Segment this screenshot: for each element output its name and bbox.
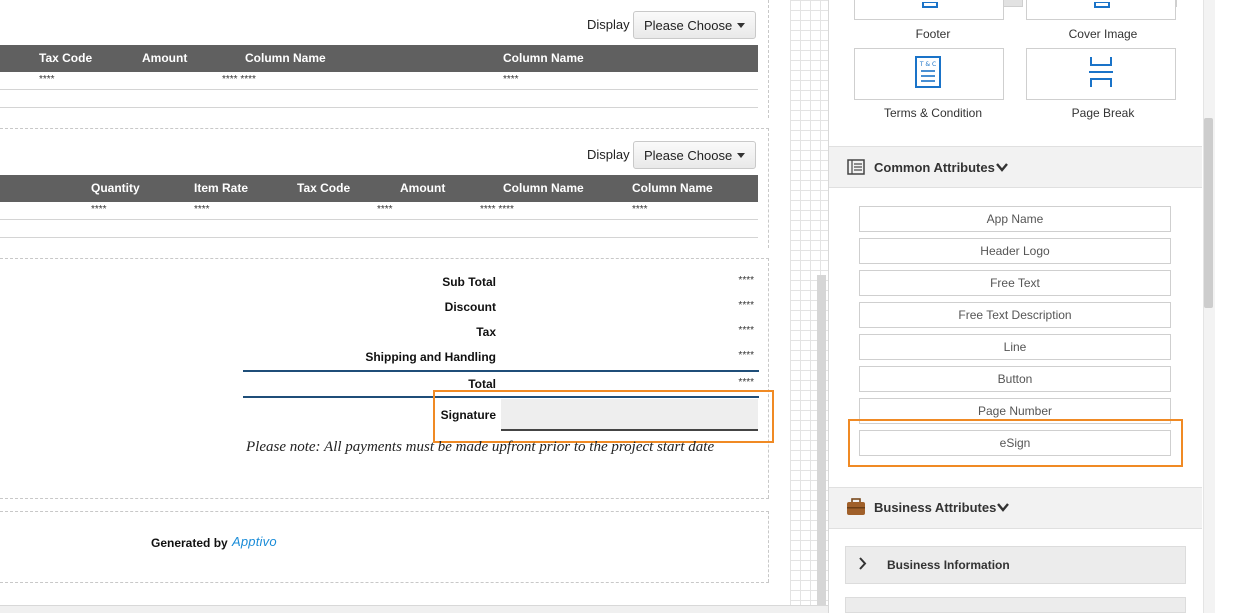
display-label: Display — [587, 17, 630, 32]
column-header: Tax Code — [297, 181, 351, 195]
bottom-bar — [0, 605, 828, 613]
summary-label: Tax — [476, 325, 496, 339]
column-header: Tax Code — [39, 51, 93, 65]
table-cell: **** — [503, 74, 519, 85]
apptivo-logo: Apptivo — [232, 534, 277, 549]
column-header: Column Name — [632, 181, 713, 195]
row-divider — [0, 219, 758, 220]
section-border — [0, 258, 769, 259]
column-header: Column Name — [503, 181, 584, 195]
summary-label: Discount — [444, 300, 496, 314]
table-cell: **** — [194, 204, 210, 215]
chevron-down-icon — [996, 163, 1008, 172]
caret-down-icon — [737, 22, 746, 28]
summary-value: **** — [738, 300, 754, 311]
column-header: Quantity — [91, 181, 140, 195]
display-dropdown[interactable]: Please Choose — [633, 11, 757, 39]
dropdown-label: Please Choose — [644, 147, 733, 163]
common-attributes-title: Common Attributes — [874, 160, 995, 175]
column-header: Amount — [142, 51, 188, 65]
chevron-right-icon — [859, 557, 867, 570]
canvas-scrollbar[interactable] — [817, 275, 826, 605]
footer-label: Footer — [915, 27, 951, 41]
common-attributes-header[interactable]: Common Attributes — [829, 146, 1202, 188]
page-break-label: Page Break — [1071, 106, 1135, 120]
section-border — [0, 582, 769, 583]
app-name-button[interactable]: App Name — [859, 206, 1171, 232]
section-border — [768, 0, 769, 118]
cover-image-label: Cover Image — [1068, 27, 1138, 41]
generated-by-label: Generated by — [151, 536, 228, 550]
terms-document-icon: T & C — [915, 56, 941, 88]
panel-scrollbar-thumb[interactable] — [1204, 118, 1213, 308]
display-dropdown[interactable]: Please Choose — [633, 141, 757, 169]
table-header: Tax Code Amount Column Name Column Name — [0, 45, 758, 72]
chevron-down-icon — [997, 503, 1009, 512]
column-header: Amount — [400, 181, 446, 195]
row-divider — [0, 107, 758, 108]
business-information-item[interactable]: Business Information — [845, 546, 1186, 584]
footer-icon — [922, 2, 938, 8]
terms-condition-tile[interactable]: T & C — [854, 48, 1004, 100]
summary-label: Shipping and Handling — [365, 350, 496, 364]
column-header: Column Name — [245, 51, 326, 65]
terms-icon-text: T & C — [919, 61, 936, 68]
summary-value: **** — [738, 275, 754, 286]
table-cell: **** **** — [480, 204, 514, 215]
free-text-button[interactable]: Free Text — [859, 270, 1171, 296]
header-logo-button[interactable]: Header Logo — [859, 238, 1171, 264]
table-cell: **** **** — [222, 74, 256, 85]
table-cell: **** — [632, 204, 648, 215]
template-canvas: Display Please Choose Tax Code Amount Co… — [0, 0, 790, 605]
button-button[interactable]: Button — [859, 366, 1171, 392]
table-header: Quantity Item Rate Tax Code Amount Colum… — [0, 175, 758, 202]
section-border — [0, 128, 769, 129]
free-text-description-button[interactable]: Free Text Description — [859, 302, 1171, 328]
summary-label: Total — [468, 377, 496, 391]
section-border — [768, 258, 769, 498]
caret-down-icon — [737, 152, 746, 158]
table-cell: **** — [377, 204, 393, 215]
terms-label: Terms & Condition — [883, 106, 983, 120]
column-header: Column Name — [503, 51, 584, 65]
payment-note: Please note: All payments must be made u… — [246, 439, 715, 455]
dropdown-label: Please Choose — [644, 17, 733, 33]
total-rule — [243, 370, 759, 372]
page-break-icon — [1089, 57, 1113, 87]
line-button[interactable]: Line — [859, 334, 1171, 360]
cover-image-icon — [1094, 2, 1110, 8]
cover-image-tile[interactable] — [1026, 0, 1176, 20]
briefcase-icon — [847, 498, 865, 515]
summary-value: **** — [738, 350, 754, 361]
display-label: Display — [587, 147, 630, 162]
business-attributes-title: Business Attributes — [874, 500, 997, 515]
business-attributes-header[interactable]: Business Attributes — [829, 487, 1202, 529]
list-item[interactable] — [845, 597, 1186, 613]
summary-label: Sub Total — [442, 275, 496, 289]
section-border — [0, 498, 769, 499]
summary-value: **** — [738, 377, 754, 388]
highlight-box — [848, 419, 1183, 467]
table-cell: **** — [91, 204, 107, 215]
table-cell: **** — [39, 74, 55, 85]
row-divider — [0, 89, 758, 90]
summary-value: **** — [738, 325, 754, 336]
section-border — [0, 511, 769, 512]
highlight-box — [433, 390, 774, 443]
page-margin — [1215, 0, 1241, 613]
business-information-label: Business Information — [887, 558, 1010, 572]
page-break-tile[interactable] — [1026, 48, 1176, 100]
list-icon — [847, 159, 865, 175]
column-header: Item Rate — [194, 181, 249, 195]
section-border — [768, 511, 769, 582]
row-divider — [0, 237, 758, 238]
footer-tile[interactable] — [854, 0, 1004, 20]
section-border — [768, 128, 769, 248]
